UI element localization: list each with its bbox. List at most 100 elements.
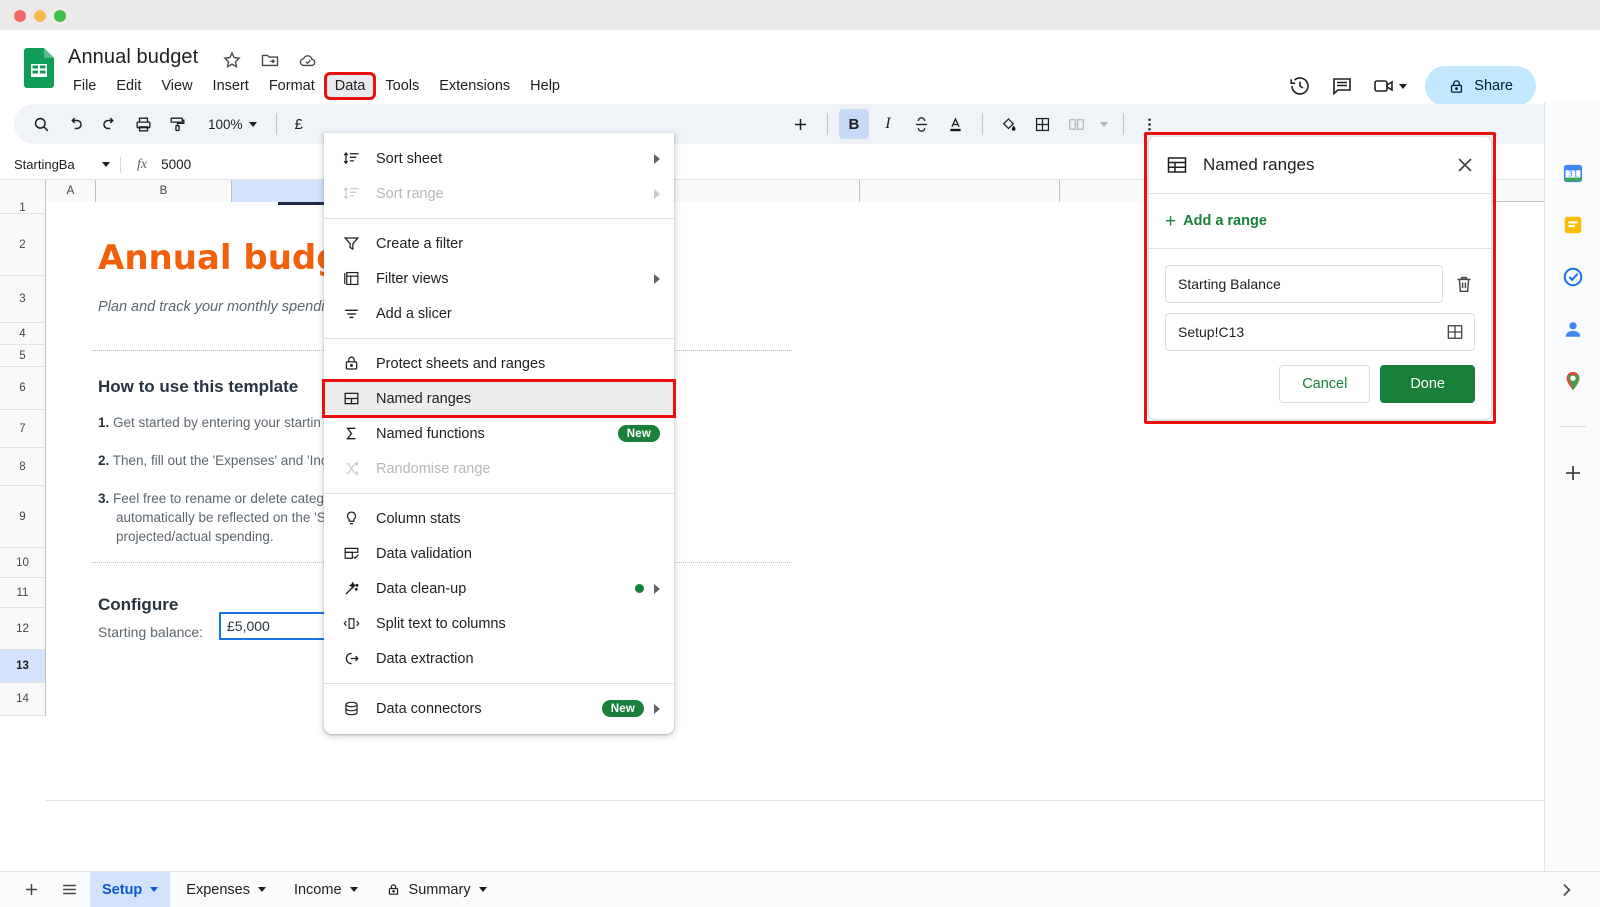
column-header-e[interactable] [660, 180, 860, 202]
maps-icon[interactable] [1562, 370, 1584, 392]
minimize-window-button[interactable] [34, 10, 46, 22]
sheet-tab-expenses[interactable]: Expenses [174, 872, 278, 907]
chevron-right-icon[interactable] [1556, 880, 1576, 900]
version-history-icon[interactable] [1288, 74, 1312, 98]
cell-b7-step-1[interactable]: 1. Get started by entering your startin [98, 413, 321, 432]
menu-item-data-clean-up[interactable]: Data clean-up [324, 571, 674, 606]
done-button[interactable]: Done [1380, 365, 1475, 403]
sheet-tab-summary[interactable]: Summary [374, 872, 499, 907]
cloud-saved-icon[interactable] [298, 50, 318, 70]
cell-b12-heading[interactable]: Configure [98, 595, 178, 615]
meet-button[interactable] [1372, 74, 1407, 98]
column-header-b[interactable]: B [96, 180, 232, 202]
menu-item-data-extraction[interactable]: Data extraction [324, 641, 674, 676]
strikethrough-icon[interactable] [907, 109, 937, 139]
range-name-input[interactable] [1165, 265, 1443, 303]
chevron-down-icon[interactable] [1399, 84, 1407, 89]
fill-color-icon[interactable] [994, 109, 1024, 139]
row-header-6[interactable]: 6 [0, 367, 46, 410]
italic-button[interactable]: I [873, 109, 903, 139]
all-sheets-icon[interactable] [52, 873, 86, 907]
cell-b9-step-3[interactable]: 3. Feel free to rename or delete categо … [98, 489, 333, 546]
formula-input[interactable]: 5000 [161, 157, 191, 172]
chevron-down-icon[interactable] [479, 887, 487, 892]
menu-extensions[interactable]: Extensions [430, 74, 519, 98]
row-header-14[interactable]: 14 [0, 683, 46, 716]
close-icon[interactable] [1453, 153, 1477, 177]
row-header-1[interactable]: 1 [0, 202, 46, 214]
chevron-down-icon[interactable] [102, 162, 110, 167]
sheet-tab-income[interactable]: Income [282, 872, 370, 907]
trash-icon[interactable] [1453, 273, 1475, 295]
select-all-corner[interactable] [0, 180, 46, 202]
borders-icon[interactable] [1028, 109, 1058, 139]
grid-picker-icon[interactable] [1445, 322, 1465, 342]
zoom-selector[interactable]: 100% [196, 117, 265, 132]
menu-item-create-a-filter[interactable]: Create a filter [324, 226, 674, 261]
name-box[interactable]: StartingBa [0, 157, 120, 172]
cancel-button[interactable]: Cancel [1279, 365, 1370, 403]
menu-tools[interactable]: Tools [376, 74, 428, 98]
horizontal-scrollbar[interactable] [46, 800, 1585, 815]
menu-item-column-stats[interactable]: Column stats [324, 501, 674, 536]
merge-dropdown-caret[interactable] [1096, 109, 1112, 139]
undo-icon[interactable] [60, 109, 90, 139]
row-header-13[interactable]: 13 [0, 650, 46, 683]
row-header-4[interactable]: 4 [0, 323, 46, 345]
add-a-range-button[interactable]: + Add a range [1149, 194, 1491, 248]
keep-icon[interactable] [1562, 214, 1584, 236]
add-sheet-icon[interactable] [14, 873, 48, 907]
merge-cells-icon[interactable] [1062, 109, 1092, 139]
range-ref-input[interactable] [1165, 313, 1475, 351]
cell-b13-label[interactable]: Starting balance: [98, 624, 203, 640]
menu-view[interactable]: View [152, 74, 201, 98]
menu-item-protect-sheets-and-ranges[interactable]: Protect sheets and ranges [324, 346, 674, 381]
chevron-down-icon[interactable] [258, 887, 266, 892]
row-header-5[interactable]: 5 [0, 345, 46, 367]
cell-b8-step-2[interactable]: 2. Then, fill out the 'Expenses' and 'In… [98, 451, 328, 470]
move-to-folder-icon[interactable] [260, 50, 280, 70]
redo-icon[interactable] [94, 109, 124, 139]
menu-data[interactable]: Data [326, 74, 375, 98]
menu-file[interactable]: File [64, 74, 105, 98]
menu-edit[interactable]: Edit [107, 74, 150, 98]
menu-insert[interactable]: Insert [204, 74, 258, 98]
row-header-7[interactable]: 7 [0, 410, 46, 448]
column-header-a[interactable]: A [46, 180, 96, 202]
more-options-icon[interactable] [1135, 109, 1165, 139]
currency-format-button[interactable]: £ [288, 116, 310, 133]
named-ranges-panel[interactable]: Named ranges + Add a range [1148, 136, 1492, 420]
document-title[interactable]: Annual budget [68, 46, 198, 69]
search-icon[interactable] [26, 109, 56, 139]
bold-button[interactable]: B [839, 109, 869, 139]
menu-item-named-functions[interactable]: Named functions New [324, 416, 674, 451]
text-color-icon[interactable] [941, 109, 971, 139]
cell-b6-heading[interactable]: How to use this template [98, 377, 298, 397]
cell-b3-subtitle[interactable]: Plan and track your monthly spending [98, 299, 341, 315]
row-header-2[interactable]: 2 [0, 214, 46, 276]
tasks-icon[interactable] [1562, 266, 1584, 288]
menu-item-add-a-slicer[interactable]: Add a slicer [324, 296, 674, 331]
menu-help[interactable]: Help [521, 74, 569, 98]
menu-item-data-connectors[interactable]: Data connectors New [324, 691, 674, 726]
column-header-f[interactable] [860, 180, 1060, 202]
sheet-tab-setup[interactable]: Setup [90, 872, 170, 907]
share-button[interactable]: Share [1425, 66, 1536, 106]
contacts-icon[interactable] [1562, 318, 1584, 340]
menu-format[interactable]: Format [260, 74, 324, 98]
comment-icon[interactable] [1330, 74, 1354, 98]
menu-item-named-ranges[interactable]: Named ranges [324, 381, 674, 416]
paint-format-icon[interactable] [162, 109, 192, 139]
menu-item-filter-views[interactable]: Filter views [324, 261, 674, 296]
menu-item-sort-sheet[interactable]: Sort sheet [324, 141, 674, 176]
row-header-11[interactable]: 11 [0, 578, 46, 608]
menu-item-split-text-to-columns[interactable]: Split text to columns [324, 606, 674, 641]
maximize-window-button[interactable] [54, 10, 66, 22]
star-icon[interactable] [222, 50, 242, 70]
print-icon[interactable] [128, 109, 158, 139]
row-header-10[interactable]: 10 [0, 548, 46, 578]
meet-camera-icon[interactable] [1372, 74, 1396, 98]
row-header-8[interactable]: 8 [0, 448, 46, 486]
add-ons-plus-icon[interactable] [1561, 461, 1585, 485]
insert-plus-icon[interactable] [786, 109, 816, 139]
